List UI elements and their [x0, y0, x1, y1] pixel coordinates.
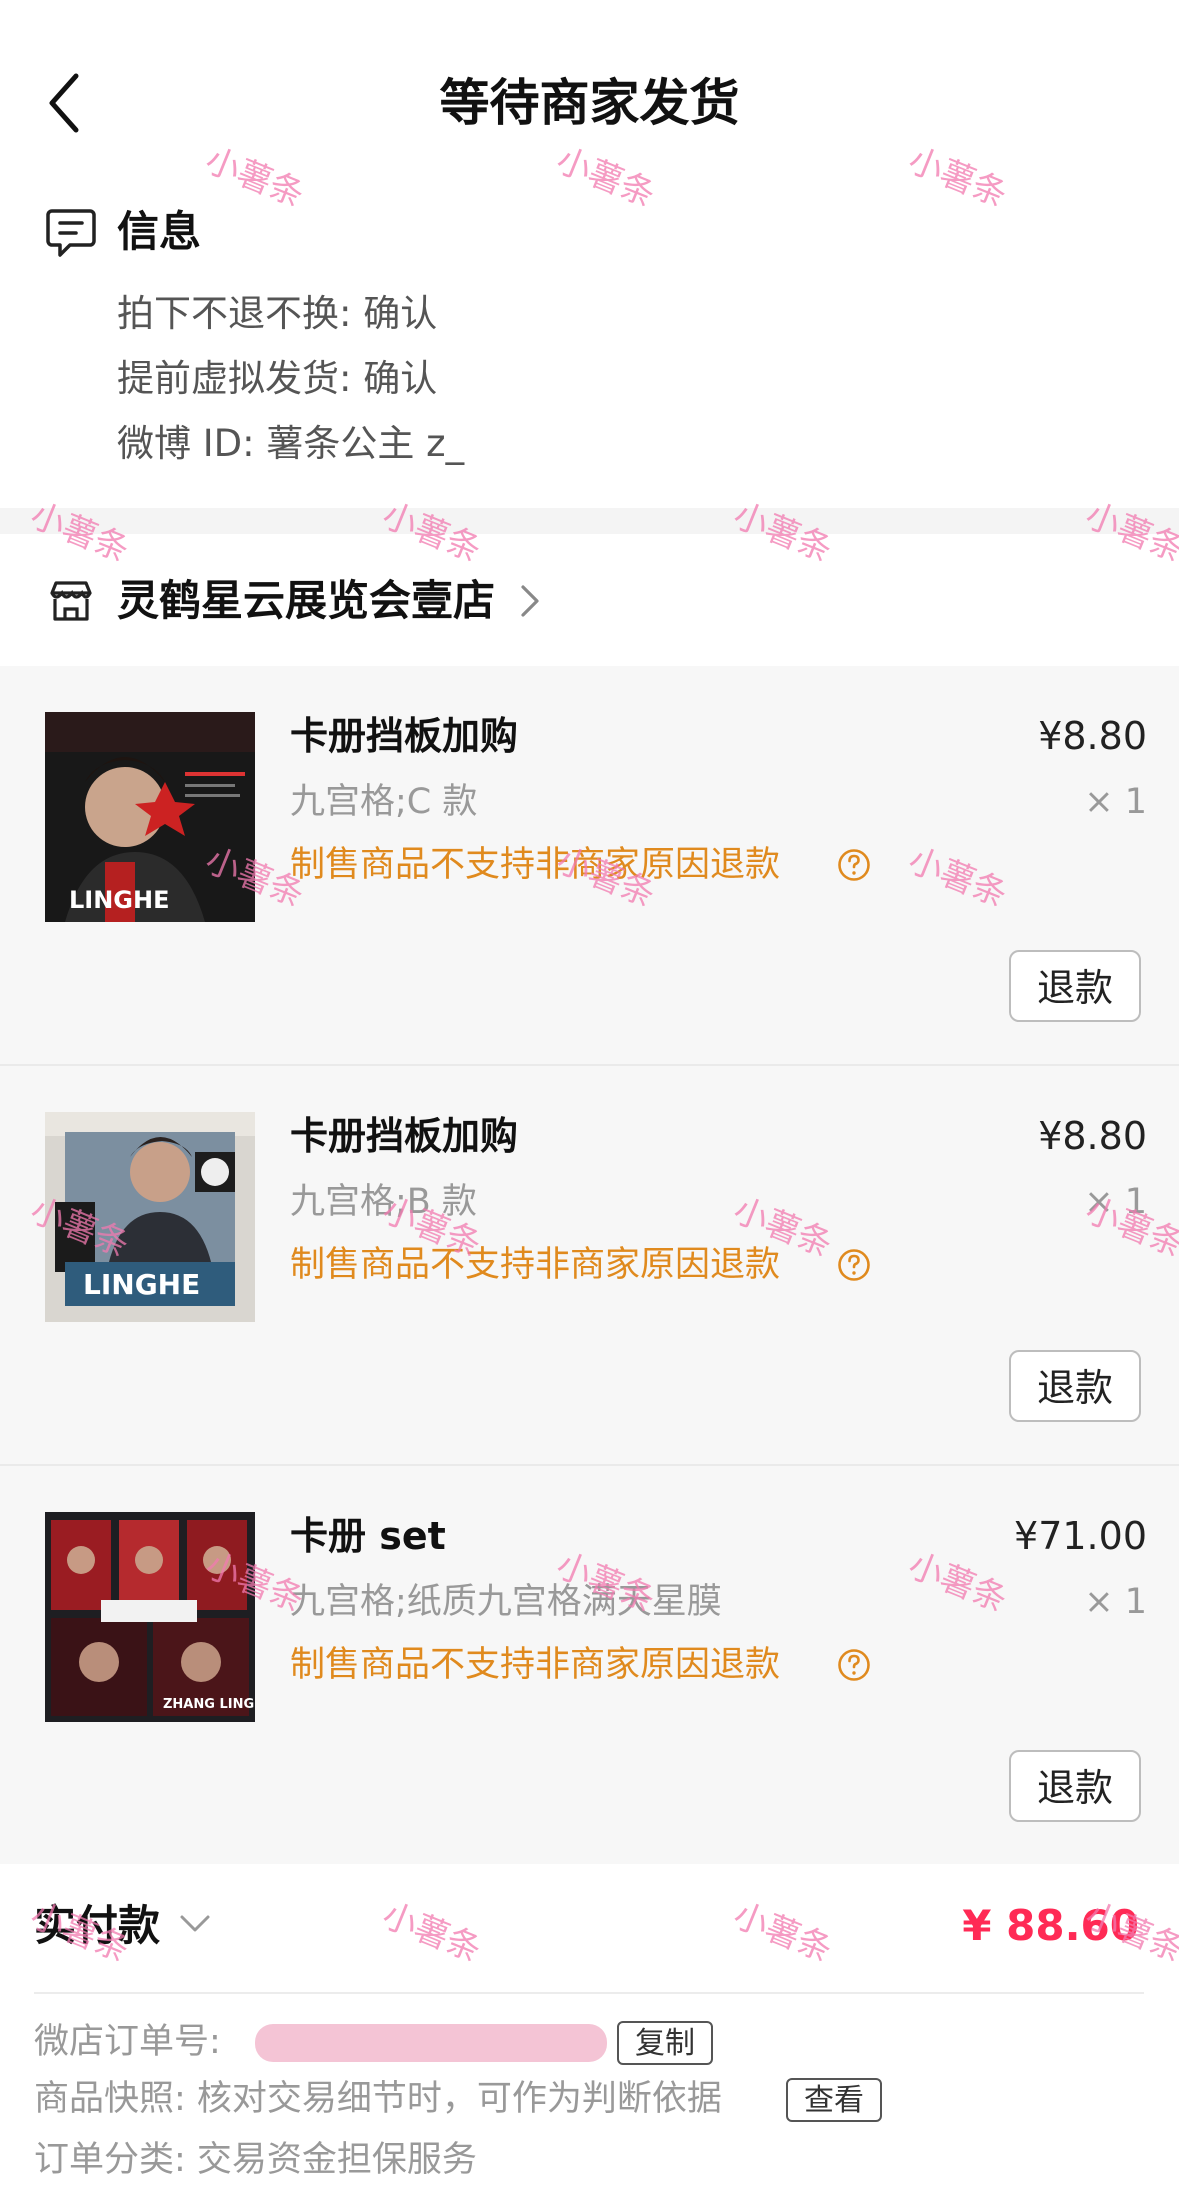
product-name[interactable]: 卡册 set	[290, 1510, 446, 1562]
message-icon	[46, 209, 96, 257]
product-quantity: × 1	[1084, 1182, 1147, 1222]
help-icon[interactable]	[837, 1248, 871, 1282]
view-snapshot-button[interactable]: 查看	[786, 2078, 882, 2122]
thumbnail-text: LINGHE	[83, 1268, 200, 1301]
refund-notice: 制售商品不支持非商家原因退款	[290, 1645, 781, 1685]
refund-button[interactable]: 退款	[1009, 1350, 1141, 1422]
payment-label[interactable]: 实付款	[34, 1896, 160, 1956]
thumbnail-text: ZHANG LINGHE	[163, 1697, 255, 1712]
watermark-text: 小薯条	[727, 1895, 838, 1971]
order-number-label: 微店订单号:	[34, 2022, 221, 2062]
divider-line	[34, 1992, 1144, 1994]
watermark-text: 小薯条	[199, 140, 310, 216]
product-spec: 九宫格;纸质九宫格满天星膜	[290, 1582, 722, 1622]
product-spec: 九宫格;B 款	[290, 1182, 477, 1222]
info-weibo-id: 微博 ID: 薯条公主 z_	[117, 422, 465, 465]
product-price: ¥71.00	[1014, 1514, 1147, 1558]
product-quantity: × 1	[1084, 782, 1147, 822]
info-no-return: 拍下不退不换: 确认	[117, 292, 438, 335]
chevron-right-icon[interactable]	[518, 582, 542, 620]
copy-button[interactable]: 复制	[617, 2021, 713, 2065]
help-icon[interactable]	[837, 848, 871, 882]
product-price: ¥8.80	[1038, 714, 1147, 758]
product-price: ¥8.80	[1038, 1114, 1147, 1158]
product-name[interactable]: 卡册挡板加购	[290, 710, 518, 762]
payment-amount: ¥ 88.60	[962, 1901, 1139, 1950]
thumbnail-text: LINGHE	[69, 886, 170, 914]
product-thumbnail[interactable]: ZHANG LINGHE	[45, 1512, 255, 1722]
help-icon[interactable]	[837, 1648, 871, 1682]
watermark-text: 小薯条	[376, 1895, 487, 1971]
shop-icon	[50, 581, 92, 621]
refund-button[interactable]: 退款	[1009, 950, 1141, 1022]
product-spec: 九宫格;C 款	[290, 782, 478, 822]
refund-notice: 制售商品不支持非商家原因退款	[290, 845, 781, 885]
chevron-down-icon[interactable]	[178, 1912, 212, 1936]
product-thumbnail[interactable]: LINGHE	[45, 712, 255, 922]
watermark-text: 小薯条	[902, 140, 1013, 216]
shop-name[interactable]: 灵鹤星云展览会壹店	[117, 574, 495, 628]
snapshot-text: 商品快照: 核对交易细节时，可作为判断依据	[34, 2079, 722, 2119]
product-name[interactable]: 卡册挡板加购	[290, 1110, 518, 1162]
info-title: 信息	[117, 207, 202, 256]
refund-button[interactable]: 退款	[1009, 1750, 1141, 1822]
product-quantity: × 1	[1084, 1582, 1147, 1622]
page-title: 等待商家发货	[439, 74, 740, 132]
order-category-text: 订单分类: 交易资金担保服务	[34, 2140, 477, 2180]
refund-notice: 制售商品不支持非商家原因退款	[290, 1245, 781, 1285]
info-virtual-shipping: 提前虚拟发货: 确认	[117, 357, 438, 400]
product-thumbnail[interactable]: LINGHE	[45, 1112, 255, 1322]
section-divider	[0, 508, 1179, 534]
watermark-text: 小薯条	[550, 140, 661, 216]
redacted-order-number	[255, 2024, 607, 2062]
